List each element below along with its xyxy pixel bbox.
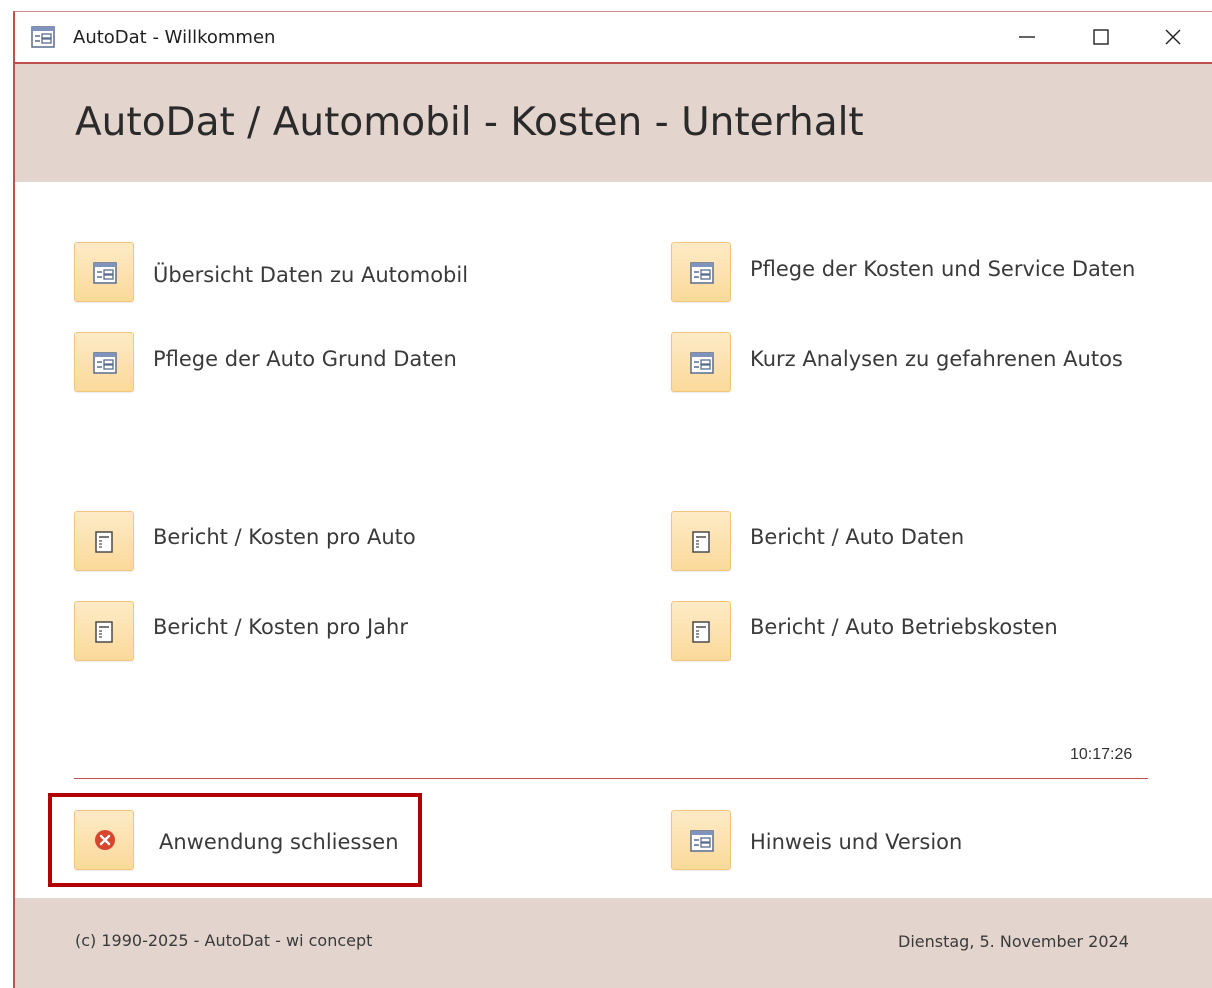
report-icon [692, 531, 710, 553]
report-icon [95, 531, 113, 553]
close-icon [1165, 29, 1181, 45]
form-icon [690, 830, 714, 852]
report-car-data-label[interactable]: Bericht / Auto Daten [750, 525, 964, 549]
maximize-icon [1093, 29, 1109, 45]
divider [74, 778, 1148, 779]
title-bar: AutoDat - Willkommen [15, 12, 1212, 64]
date-text: Dienstag, 5. November 2024 [898, 932, 1129, 951]
form-icon [93, 352, 117, 374]
report-icon [692, 621, 710, 643]
minimize-icon [1019, 36, 1035, 38]
maximize-button[interactable] [1077, 20, 1125, 54]
report-operating-costs-button[interactable] [671, 601, 731, 661]
info-version-label[interactable]: Hinweis und Version [750, 830, 962, 854]
form-icon [690, 262, 714, 284]
overview-car-data-label[interactable]: Übersicht Daten zu Automobil [153, 263, 468, 287]
maintain-car-base-data-label[interactable]: Pflege der Auto Grund Daten [153, 347, 457, 371]
report-car-data-button[interactable] [671, 511, 731, 571]
close-window-button[interactable] [1149, 20, 1197, 54]
report-costs-per-car-label[interactable]: Bericht / Kosten pro Auto [153, 525, 416, 549]
maintain-costs-service-button[interactable] [671, 242, 731, 302]
maintain-costs-service-label[interactable]: Pflege der Kosten und Service Daten [750, 257, 1135, 281]
report-icon [95, 621, 113, 643]
form-icon [31, 26, 55, 48]
close-application-label[interactable]: Anwendung schliessen [159, 830, 399, 854]
copyright-text: (c) 1990-2025 - AutoDat - wi concept [75, 931, 373, 950]
report-operating-costs-label[interactable]: Bericht / Auto Betriebskosten [750, 615, 1058, 639]
window-title: AutoDat - Willkommen [73, 27, 276, 48]
error-close-icon [95, 830, 115, 850]
clock-text: 10:17:26 [1070, 746, 1133, 763]
form-icon [93, 262, 117, 284]
short-analysis-label[interactable]: Kurz Analysen zu gefahrenen Autos [750, 347, 1123, 371]
form-icon [690, 352, 714, 374]
report-costs-per-year-label[interactable]: Bericht / Kosten pro Jahr [153, 615, 408, 639]
short-analysis-button[interactable] [671, 332, 731, 392]
header-band: AutoDat / Automobil - Kosten - Unterhalt [15, 64, 1212, 182]
footer-band: (c) 1990-2025 - AutoDat - wi concept Die… [15, 898, 1212, 988]
report-costs-per-year-button[interactable] [74, 601, 134, 661]
report-costs-per-car-button[interactable] [74, 511, 134, 571]
maintain-car-base-data-button[interactable] [74, 332, 134, 392]
app-window: AutoDat - Willkommen AutoDat / Automobil… [0, 0, 1212, 988]
page-title: AutoDat / Automobil - Kosten - Unterhalt [75, 100, 864, 145]
minimize-button[interactable] [1003, 20, 1051, 54]
overview-car-data-button[interactable] [74, 242, 134, 302]
info-version-button[interactable] [671, 810, 731, 870]
close-application-button[interactable] [74, 810, 134, 870]
